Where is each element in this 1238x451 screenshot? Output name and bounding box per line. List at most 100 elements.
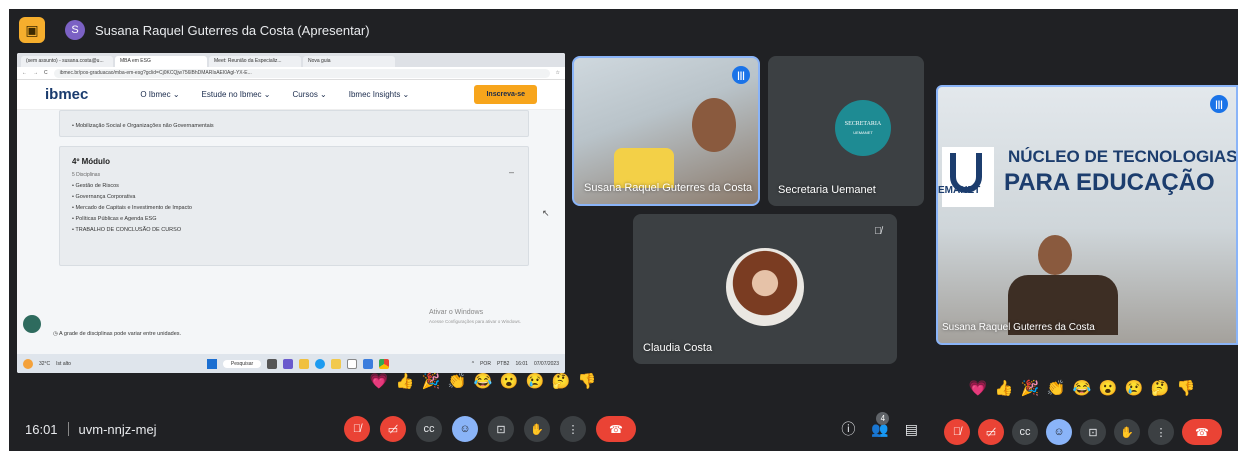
meeting-time: 16:01 <box>25 421 58 437</box>
end-call-button[interactable]: ☎ <box>596 416 636 442</box>
end-call-button[interactable]: ☎ <box>1182 419 1222 445</box>
reaction-sad-icon[interactable]: 😢 <box>525 372 545 392</box>
reaction-heart-icon[interactable]: 💗 <box>369 372 389 392</box>
weather-icon[interactable] <box>23 358 33 369</box>
folder-icon[interactable] <box>331 358 342 369</box>
wall-text-line1: NÚCLEO DE TECNOLOGIAS <box>1008 147 1238 166</box>
forward-icon[interactable]: → <box>33 70 38 76</box>
raise-hand-button[interactable]: ✋ <box>524 416 550 442</box>
present-button[interactable]: ⊡ <box>1080 419 1106 445</box>
participant-tile-claudia[interactable]: 🎙̸ Claudia Costa <box>633 214 897 364</box>
reactions-button[interactable]: ☺ <box>452 416 478 442</box>
presenter-avatar: S <box>65 20 85 40</box>
reaction-surprised-icon[interactable]: 😮 <box>499 372 519 392</box>
nav-link[interactable]: Estude no Ibmec ⌄ <box>202 90 271 99</box>
speaking-indicator-icon: ||| <box>732 66 750 84</box>
browser-url-bar: ← → C ibmec.br/pos-graduacao/mba-em-esg?… <box>17 67 565 80</box>
chat-icon[interactable]: ▤ <box>905 421 918 438</box>
nav-link[interactable]: Ibmec Insights ⌄ <box>349 90 410 99</box>
participant-tile-susana[interactable]: ||| Susana Raquel Guterres da Costa <box>572 56 760 206</box>
notes-icon[interactable] <box>347 358 358 369</box>
participant-name: Claudia Costa <box>643 342 713 354</box>
more-options-button[interactable]: ⋮ <box>1148 419 1174 445</box>
chrome-icon[interactable] <box>379 358 390 369</box>
more-options-button[interactable]: ⋮ <box>560 416 586 442</box>
reaction-party-icon[interactable]: 🎉 <box>421 372 441 392</box>
module-title: 4º Módulo <box>72 157 111 166</box>
screenshot-stage: ▣ S Susana Raquel Guterres da Costa (Apr… <box>0 0 1238 451</box>
weather-temp: 32°C <box>39 360 51 367</box>
reaction-clap-icon[interactable]: 👏 <box>447 372 467 392</box>
info-icon[interactable]: ⓘ <box>841 419 855 439</box>
presentation-bar: ▣ S Susana Raquel Guterres da Costa (Apr… <box>9 9 930 51</box>
browser-tab-active[interactable]: MBA em ESG <box>115 56 207 67</box>
module-item: TRABALHO DE CONCLUSÃO DE CURSO <box>72 227 528 233</box>
module-item: Mobilização Social e Organizações não Go… <box>72 123 528 129</box>
secretaria-logo-text: SECRETARIA <box>844 121 882 127</box>
present-button[interactable]: ⊡ <box>488 416 514 442</box>
reaction-sad-icon[interactable]: 😢 <box>1124 379 1144 399</box>
reaction-thumbs-down-icon[interactable]: 👎 <box>577 372 597 392</box>
participant-name: Susana Raquel Guterres da Costa <box>942 322 1095 333</box>
browser-tab[interactable]: (sem assunto) - susana.costa@u... <box>21 56 113 67</box>
tray-chevron-icon[interactable]: ^ <box>472 361 474 367</box>
reaction-clap-icon[interactable]: 👏 <box>1046 379 1066 399</box>
present-screen-icon[interactable]: ▣ <box>19 17 45 43</box>
windows-activation-title: Ativar o Windows <box>429 309 484 316</box>
camera-off-button[interactable]: ▭̸ <box>380 416 406 442</box>
star-icon[interactable]: ☆ <box>556 70 560 76</box>
meeting-side-controls: ⓘ 👥 4 ▤ <box>841 411 918 439</box>
reaction-heart-icon[interactable]: 💗 <box>968 379 988 399</box>
reaction-thumbs-up-icon[interactable]: 👍 <box>994 379 1014 399</box>
captions-button[interactable]: cc <box>416 416 442 442</box>
reaction-laugh-icon[interactable]: 😂 <box>473 372 493 392</box>
reaction-surprised-icon[interactable]: 😮 <box>1098 379 1118 399</box>
reaction-thinking-icon[interactable]: 🤔 <box>1150 379 1170 399</box>
accessibility-icon[interactable] <box>23 315 41 333</box>
people-button[interactable]: 👥 4 <box>871 411 890 438</box>
meeting-code: uvm-nnjz-mej <box>78 421 157 437</box>
taskview-icon[interactable] <box>267 358 278 369</box>
mic-off-button[interactable]: 🎙̸ <box>944 419 970 445</box>
lang-indicator[interactable]: POR <box>480 361 491 367</box>
windows-taskbar: 32°C Ist alto Pesquisar ^ POR PTB2 16:01… <box>17 354 565 373</box>
lang-indicator-2[interactable]: PTB2 <box>497 361 510 367</box>
browser-tab[interactable]: Meet: Reunião da Especializ... <box>209 56 301 67</box>
windows-activation-subtitle: Acesse Configurações para ativar o Windo… <box>429 319 522 324</box>
store-icon[interactable] <box>363 358 374 369</box>
reaction-thumbs-up-icon[interactable]: 👍 <box>395 372 415 392</box>
taskbar-search[interactable]: Pesquisar <box>222 359 262 368</box>
nav-link[interactable]: Cursos ⌄ <box>292 90 326 99</box>
reload-icon[interactable]: C <box>44 70 48 76</box>
explorer-icon[interactable] <box>299 358 310 369</box>
raise-hand-button[interactable]: ✋ <box>1114 419 1140 445</box>
footnote-text: A grade de disciplinas pode variar entre… <box>59 331 182 337</box>
subscribe-button[interactable]: Inscreva-se <box>474 85 537 104</box>
captions-button[interactable]: cc <box>1012 419 1038 445</box>
reaction-party-icon[interactable]: 🎉 <box>1020 379 1040 399</box>
meet-window: ▣ S Susana Raquel Guterres da Costa (Apr… <box>9 9 930 451</box>
meet-window-secondary: NÚCLEO DE TECNOLOGIAS PARA EDUCAÇÃO EMAN… <box>930 9 1238 451</box>
windows-start-icon[interactable] <box>206 358 217 369</box>
reaction-thumbs-down-icon[interactable]: 👎 <box>1176 379 1196 399</box>
reaction-thinking-icon[interactable]: 🤔 <box>551 372 571 392</box>
back-icon[interactable]: ← <box>22 70 27 76</box>
ibmec-logo[interactable]: ibmec <box>45 86 88 103</box>
browser-tab[interactable]: Nova guia <box>303 56 395 67</box>
mic-off-button[interactable]: 🎙̸ <box>344 416 370 442</box>
mouse-cursor-icon: ↖ <box>542 208 550 218</box>
url-field[interactable]: ibmec.br/pos-graduacao/mba-em-esg?gclid=… <box>53 68 550 78</box>
reactions-button[interactable]: ☺ <box>1046 419 1072 445</box>
edge-icon[interactable] <box>315 358 326 369</box>
chat-icon[interactable] <box>283 358 294 369</box>
taskbar-time[interactable]: 16:01 <box>515 361 528 367</box>
reaction-laugh-icon[interactable]: 😂 <box>1072 379 1092 399</box>
nav-link[interactable]: O Ibmec ⌄ <box>140 90 179 99</box>
participant-tile-secretaria[interactable]: SECRETARIA UEMANET Secretaria Uemanet <box>768 56 924 206</box>
camera-off-button[interactable]: ▭̸ <box>978 419 1004 445</box>
module-item: Mercado de Capitais e Investimento de Im… <box>72 205 528 211</box>
taskbar-date[interactable]: 07/07/2023 <box>534 361 559 367</box>
collapse-icon[interactable]: – <box>509 167 514 177</box>
participant-tile-susana-large[interactable]: NÚCLEO DE TECNOLOGIAS PARA EDUCAÇÃO EMAN… <box>936 85 1238 345</box>
prev-module-card: Mobilização Social e Organizações não Go… <box>59 110 529 137</box>
